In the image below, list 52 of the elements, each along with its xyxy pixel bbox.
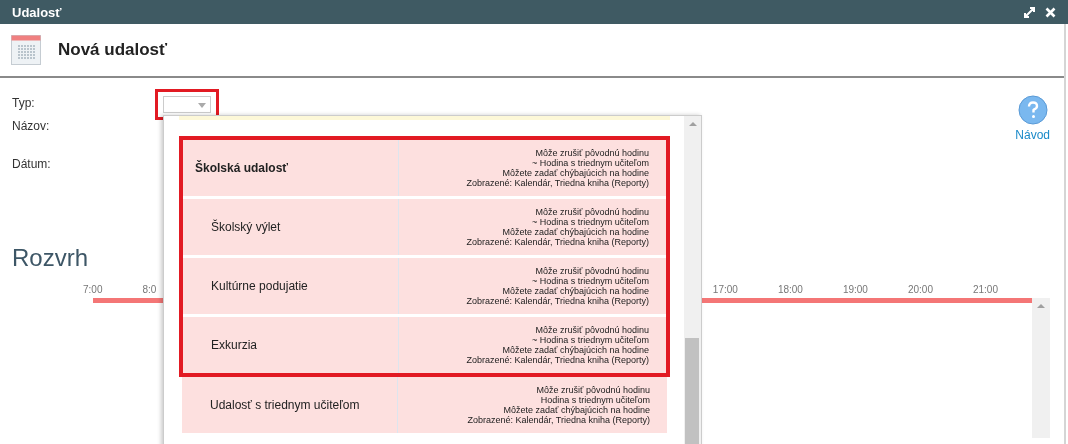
help-icon[interactable] xyxy=(1017,95,1048,125)
option-detail: Zobrazené: Kalendár, Triedna kniha (Reporty) xyxy=(466,237,649,247)
option-detail: Môže zrušiť pôvodnú hodinu xyxy=(535,148,649,158)
option-detail: Môže zrušiť pôvodnú hodinu xyxy=(536,385,650,395)
hour-label: 18:00 xyxy=(777,284,803,295)
option-detail: ~ Hodina s triednym učiteľom xyxy=(532,276,649,286)
scrollbar[interactable] xyxy=(1032,298,1050,438)
dropdown-option[interactable]: Školský výlet Môže zrušiť pôvodnú hodinu ~ Hodina s triednym učiteľom Môžete zadať chýbajúcich na hodine Zobrazené: Kalendár, Triedna kniha (Reporty) xyxy=(183,199,666,258)
dropdown-option[interactable]: Kultúrne podujatie Môže zrušiť pôvodnú hodinu ~ Hodina s triednym učiteľom Môžete zadať chýbajúcich na hodine Zobrazené: Kalendár, Triedna kniha (Reporty) xyxy=(183,258,666,317)
option-detail: Môžete zadať chýbajúcich na hodine xyxy=(502,345,649,355)
close-icon[interactable] xyxy=(1045,6,1056,18)
dropdown-option[interactable]: Udalosť s triednym učiteľom Môže zrušiť pôvodnú hodinu Hodina s triednym učiteľom Môžete zadať chýbajúcich na hodine Zobrazené: Kalendár, Triedna kniha (Reporty) xyxy=(182,377,667,436)
hour-label: 20:00 xyxy=(907,284,933,295)
option-detail: Môžete zadať chýbajúcich na hodine xyxy=(502,168,649,178)
window-title: Udalosť xyxy=(12,4,62,20)
hour-label: 17:00 xyxy=(712,284,738,295)
option-detail: Hodina s triednym učiteľom xyxy=(540,395,650,405)
option-detail: Zobrazené: Kalendár, Triedna kniha (Reporty) xyxy=(466,296,649,306)
option-name: Školský výlet xyxy=(183,199,399,255)
option-detail: Môžete zadať chýbajúcich na hodine xyxy=(503,405,650,415)
option-detail: ~ Hodina s triednym učiteľom xyxy=(532,217,649,227)
help-link[interactable]: Návod xyxy=(1015,128,1050,142)
option-detail: Zobrazené: Kalendár, Triedna kniha (Reporty) xyxy=(466,355,649,365)
option-detail: Môže zrušiť pôvodnú hodinu xyxy=(535,325,649,335)
option-name: Exkurzia xyxy=(183,317,399,373)
option-detail: ~ Hodina s triednym učiteľom xyxy=(532,335,649,345)
maximize-icon[interactable] xyxy=(1024,6,1035,18)
hour-label: 7:00 xyxy=(83,284,103,295)
option-detail: Môže zrušiť pôvodnú hodinu xyxy=(535,207,649,217)
dropdown-option[interactable]: Exkurzia Môže zrušiť pôvodnú hodinu ~ Hodina s triednym učiteľom Môžete zadať chýbajúcich na hodine Zobrazené: Kalendár, Triedna kniha (Reporty) xyxy=(183,317,666,373)
option-detail: ~ Hodina s triednym učiteľom xyxy=(532,158,649,168)
page-title: Nová udalosť xyxy=(58,40,168,60)
hour-label: 8:0 xyxy=(142,284,157,295)
option-detail: Zobrazené: Kalendár, Triedna kniha (Reporty) xyxy=(466,178,649,188)
option-detail: Môžete zadať chýbajúcich na hodine xyxy=(502,286,649,296)
option-detail: Môže zrušiť pôvodnú hodinu xyxy=(535,266,649,276)
field-label: Typ: xyxy=(12,96,36,110)
calendar-icon xyxy=(11,35,41,65)
field-label: Dátum: xyxy=(12,157,52,171)
option-detail: Môžete zadať chýbajúcich na hodine xyxy=(502,227,649,237)
dropdown-option[interactable]: Školská udalosť Môže zrušiť pôvodnú hodinu ~ Hodina s triednym učiteľom Môžete zadať chýbajúcich na hodine Zobrazené: Kalendár, Triedna kniha (Reporty) xyxy=(183,140,666,199)
section-title: Rozvrh xyxy=(12,244,89,272)
caret-icon xyxy=(198,103,206,108)
field-label: Názov: xyxy=(12,119,51,133)
option-name: Udalosť s triednym učiteľom xyxy=(182,377,398,433)
option-detail: Zobrazené: Kalendár, Triedna kniha (Reporty) xyxy=(467,415,650,425)
option-name: Školská udalosť xyxy=(183,140,399,196)
option-name: Kultúrne podujatie xyxy=(183,258,399,314)
hour-label: 19:00 xyxy=(842,284,868,295)
type-select[interactable] xyxy=(163,96,211,113)
hour-label: 21:00 xyxy=(972,284,998,295)
scrollbar[interactable] xyxy=(684,116,701,444)
